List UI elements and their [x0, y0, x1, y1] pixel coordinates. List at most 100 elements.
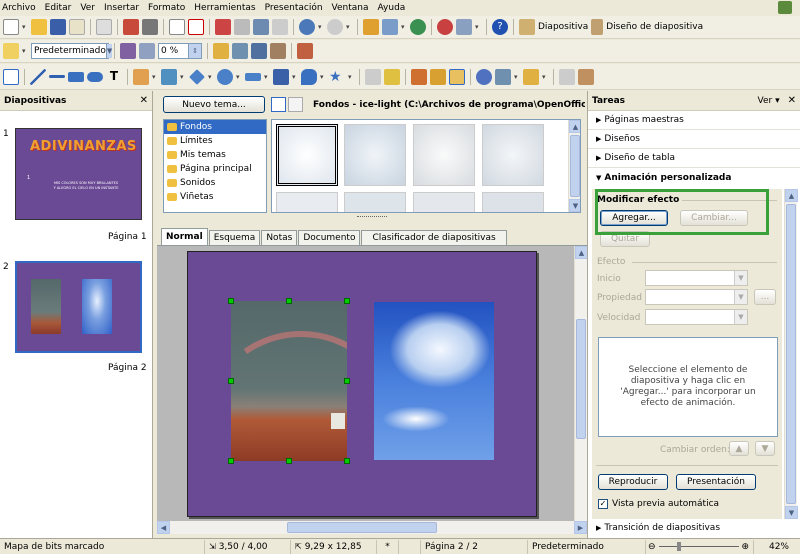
- block-arrows-icon[interactable]: [245, 72, 261, 81]
- undo-icon[interactable]: [299, 19, 315, 35]
- move-down-icon[interactable]: ▼: [755, 441, 775, 456]
- canvas-vscroll[interactable]: ▲: [574, 246, 588, 521]
- autospellcheck-icon[interactable]: [188, 19, 204, 35]
- stars-icon[interactable]: ★: [329, 69, 345, 85]
- selection-handle[interactable]: [344, 378, 350, 384]
- selection-handle[interactable]: [286, 458, 292, 464]
- rectangle-icon[interactable]: [68, 71, 84, 82]
- crop-icon[interactable]: [270, 43, 286, 59]
- help-icon[interactable]: ?: [492, 19, 508, 35]
- gallery-item[interactable]: [276, 124, 338, 186]
- clouds-image[interactable]: [374, 302, 494, 460]
- from-file-icon[interactable]: [430, 68, 446, 85]
- area-style-select[interactable]: Predeterminado ▼: [31, 43, 113, 59]
- gallery-item[interactable]: [344, 192, 406, 212]
- gallery-item[interactable]: [413, 192, 475, 212]
- transparency-input[interactable]: 0 % ⇕: [158, 43, 202, 59]
- tab-normal[interactable]: Normal: [161, 228, 208, 245]
- arrange-icon[interactable]: [523, 68, 539, 85]
- selection-handle[interactable]: [228, 378, 234, 384]
- selection-handle[interactable]: [344, 298, 350, 304]
- navigator-icon[interactable]: [437, 19, 453, 35]
- edit-file-icon[interactable]: [96, 19, 112, 35]
- zoom-icon[interactable]: [456, 19, 472, 35]
- start-select[interactable]: ▼: [645, 270, 748, 286]
- export-pdf-icon[interactable]: [123, 19, 139, 35]
- section-animacion[interactable]: ▼ Animación personalizada: [588, 168, 800, 187]
- slide-thumbnail-1[interactable]: ADIVINANZAS 1 MIS COLORES SON MUY BRILLA…: [15, 128, 142, 220]
- filter-icon[interactable]: [232, 43, 248, 59]
- chart-icon[interactable]: [363, 19, 379, 35]
- fontwork-icon[interactable]: [411, 68, 427, 85]
- line-icon[interactable]: [30, 68, 46, 85]
- align-icon[interactable]: [495, 68, 511, 85]
- basic-shapes-icon[interactable]: [189, 68, 205, 85]
- menu-formato[interactable]: Formato: [148, 3, 185, 13]
- theme-vinetas[interactable]: Viñetas: [164, 190, 266, 204]
- clone-format-icon[interactable]: [272, 19, 288, 35]
- diapositiva-button[interactable]: Diapositiva: [538, 22, 588, 32]
- selection-handle[interactable]: [344, 458, 350, 464]
- section-transicion[interactable]: ▶ Transición de diapositivas: [592, 519, 792, 537]
- tab-notas[interactable]: Notas: [261, 230, 298, 245]
- email-icon[interactable]: [69, 19, 85, 35]
- detail-view-icon[interactable]: [288, 97, 303, 112]
- gallery-icon[interactable]: [449, 68, 465, 85]
- properties-icon[interactable]: [297, 43, 313, 59]
- text-icon[interactable]: T: [106, 69, 122, 85]
- theme-limites[interactable]: Límites: [164, 134, 266, 148]
- spellcheck-icon[interactable]: [169, 19, 185, 35]
- hyperlink-icon[interactable]: [410, 19, 426, 35]
- transparency-icon[interactable]: [139, 43, 155, 59]
- tab-esquema[interactable]: Esquema: [208, 230, 261, 245]
- tasks-view-menu[interactable]: Ver ▾: [758, 96, 780, 106]
- toggle-extrusion-icon[interactable]: [578, 68, 594, 85]
- ellipse-icon[interactable]: [87, 71, 103, 82]
- gallery-item[interactable]: [344, 124, 406, 186]
- connector-icon[interactable]: [161, 68, 177, 85]
- curve-icon[interactable]: [133, 68, 149, 85]
- gallery-splitter[interactable]: [357, 216, 387, 220]
- gallery-item[interactable]: [276, 192, 338, 212]
- selection-handle[interactable]: [286, 298, 292, 304]
- chevron-down-icon[interactable]: ▾: [22, 23, 28, 31]
- points-icon[interactable]: [365, 68, 381, 85]
- tasks-scrollbar[interactable]: ▲ ▼: [784, 189, 798, 519]
- auto-preview-checkbox[interactable]: ✓: [598, 499, 608, 509]
- print-icon[interactable]: [142, 19, 158, 35]
- menu-ventana[interactable]: Ventana: [332, 3, 369, 13]
- theme-mis-temas[interactable]: Mis temas: [164, 148, 266, 162]
- slide-thumbnail-2[interactable]: [15, 261, 142, 353]
- gallery-item[interactable]: [413, 124, 475, 186]
- selection-handle[interactable]: [228, 298, 234, 304]
- property-options-button[interactable]: ...: [754, 289, 776, 305]
- table-icon[interactable]: [382, 19, 398, 35]
- section-diseno-tabla[interactable]: ▶ Diseño de tabla: [588, 149, 800, 168]
- arrow-line-icon[interactable]: [49, 75, 65, 78]
- selection-handle[interactable]: [228, 458, 234, 464]
- open-folder-icon[interactable]: [31, 19, 47, 35]
- menu-herramientas[interactable]: Herramientas: [194, 3, 255, 13]
- rainbow-image[interactable]: [231, 301, 347, 461]
- slide-edit[interactable]: [187, 251, 537, 517]
- tab-documento[interactable]: Documento: [298, 230, 361, 245]
- cut-icon[interactable]: [215, 19, 231, 35]
- theme-pagina-principal[interactable]: Página principal: [164, 162, 266, 176]
- glue-points-icon[interactable]: [384, 68, 400, 85]
- section-disenos[interactable]: ▶ Diseños: [588, 130, 800, 149]
- callouts-icon[interactable]: [301, 68, 317, 85]
- copy-icon[interactable]: [234, 19, 250, 35]
- rotate-icon[interactable]: [476, 68, 492, 85]
- redo-icon[interactable]: [327, 19, 343, 35]
- update-icon[interactable]: [778, 1, 792, 14]
- symbol-shapes-icon[interactable]: [217, 68, 233, 85]
- select-pointer-icon[interactable]: [3, 68, 19, 85]
- zoom-slider[interactable]: ⊖ ⊕: [646, 539, 754, 554]
- menu-editar[interactable]: Editar: [45, 3, 72, 13]
- status-zoom[interactable]: 42%: [754, 540, 800, 554]
- theme-fondos[interactable]: Fondos: [164, 120, 266, 134]
- slide-layout-icon[interactable]: [591, 19, 604, 35]
- flowchart-icon[interactable]: [273, 68, 289, 85]
- close-icon[interactable]: ✕: [140, 95, 148, 106]
- menu-insertar[interactable]: Insertar: [104, 3, 139, 13]
